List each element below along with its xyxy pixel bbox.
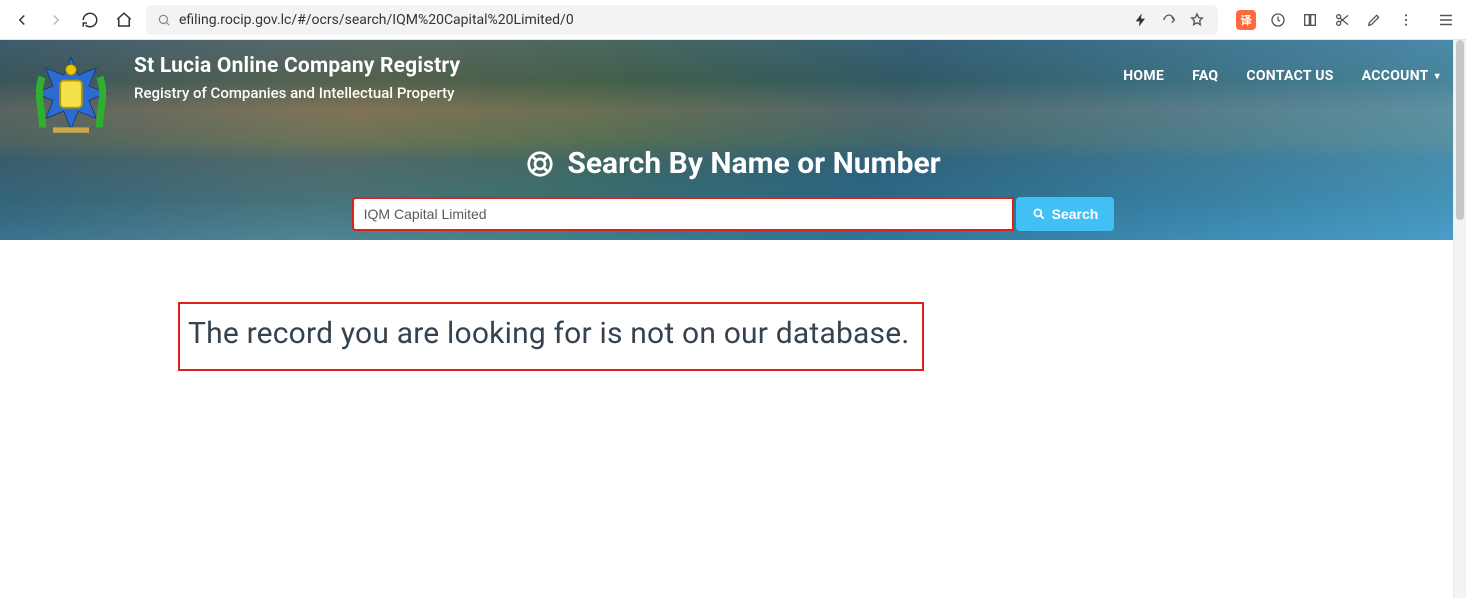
search-heading: Search By Name or Number (26, 146, 1440, 181)
nav-home[interactable]: HOME (1123, 68, 1164, 84)
brand: St Lucia Online Company Registry Registr… (26, 50, 460, 140)
extension-icons: 译 (1228, 10, 1456, 30)
search-icon (157, 13, 171, 27)
site-subtitle: Registry of Companies and Intellectual P… (134, 84, 460, 102)
nav-contact[interactable]: CONTACT US (1246, 68, 1333, 84)
address-bar[interactable]: efiling.rocip.gov.lc/#/ocrs/search/IQM%2… (146, 5, 1218, 35)
search-button[interactable]: Search (1016, 197, 1115, 231)
clip-icon[interactable] (1332, 10, 1352, 30)
edit-icon[interactable] (1364, 10, 1384, 30)
coat-of-arms-icon (26, 50, 116, 140)
search-row: Search (26, 197, 1440, 231)
result-message: The record you are looking for is not on… (188, 316, 914, 351)
translate-icon[interactable]: 译 (1236, 10, 1256, 30)
search-icon (1032, 207, 1046, 221)
menu-icon[interactable] (1436, 10, 1456, 30)
nav-faq[interactable]: FAQ (1192, 68, 1218, 84)
chevron-down-icon: ▾ (1435, 71, 1440, 82)
history-icon[interactable] (1268, 10, 1288, 30)
share-icon[interactable] (1159, 10, 1179, 30)
reader-icon[interactable] (1300, 10, 1320, 30)
reload-button[interactable] (78, 8, 102, 32)
nav-account[interactable]: ACCOUNT ▾ (1362, 68, 1440, 84)
search-input[interactable] (352, 197, 1014, 231)
bolt-icon[interactable] (1131, 10, 1151, 30)
search-button-label: Search (1052, 206, 1099, 222)
forward-button[interactable] (44, 8, 68, 32)
search-heading-text: Search By Name or Number (567, 146, 940, 181)
nav-account-label: ACCOUNT (1362, 68, 1429, 84)
result-box: The record you are looking for is not on… (178, 302, 924, 371)
main-nav: HOME FAQ CONTACT US ACCOUNT ▾ (1123, 50, 1440, 84)
site-title: St Lucia Online Company Registry (134, 54, 460, 78)
star-icon[interactable] (1187, 10, 1207, 30)
home-button[interactable] (112, 8, 136, 32)
more-icon[interactable] (1396, 10, 1416, 30)
browser-toolbar: efiling.rocip.gov.lc/#/ocrs/search/IQM%2… (0, 0, 1466, 40)
url-text: efiling.rocip.gov.lc/#/ocrs/search/IQM%2… (179, 12, 1123, 28)
content: The record you are looking for is not on… (0, 240, 1466, 371)
lifering-icon (525, 149, 555, 179)
site-header: St Lucia Online Company Registry Registr… (0, 40, 1466, 240)
back-button[interactable] (10, 8, 34, 32)
